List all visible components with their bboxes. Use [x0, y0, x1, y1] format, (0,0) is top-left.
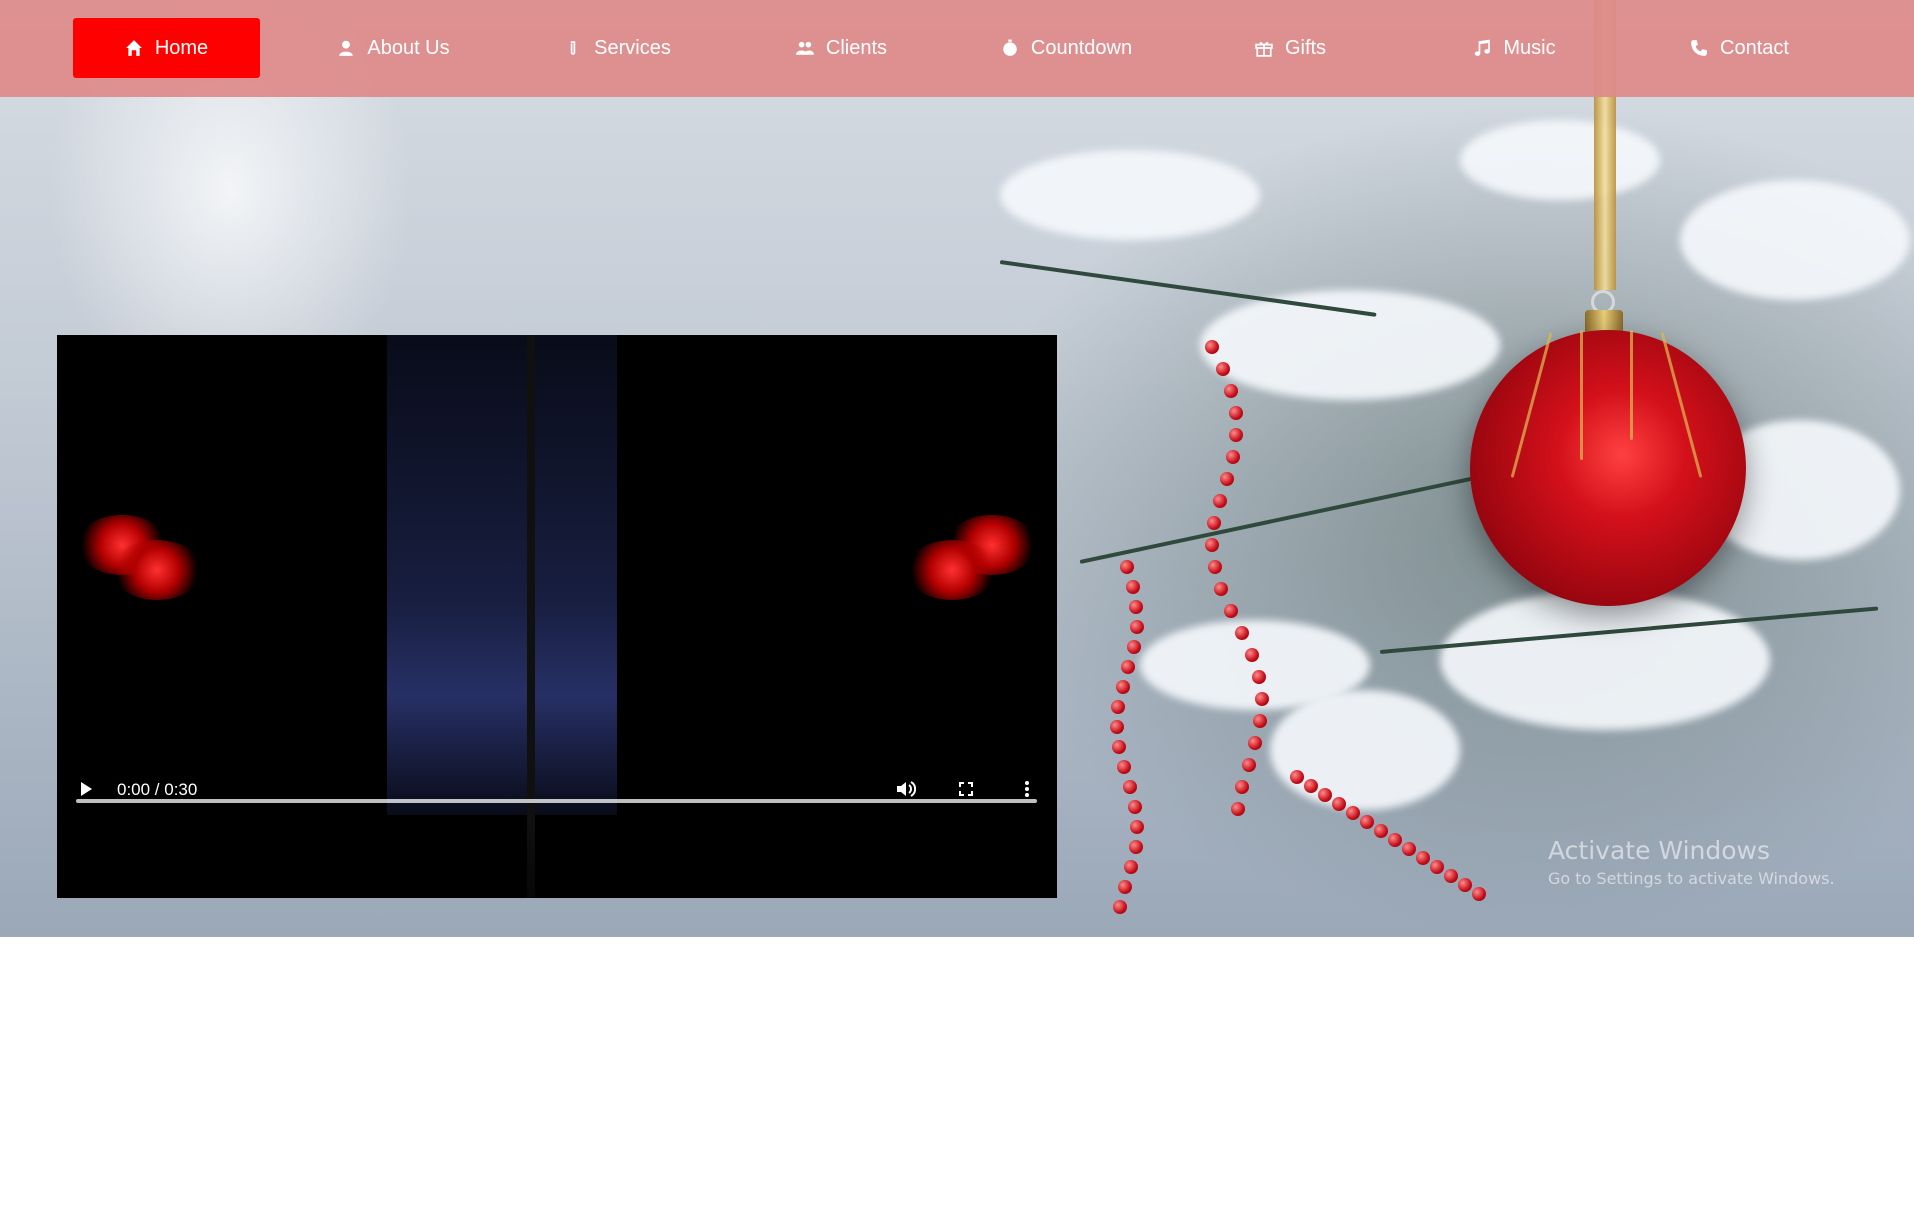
garland-bead: [1251, 670, 1266, 684]
garland-bead: [1110, 720, 1125, 734]
more-vertical-icon[interactable]: [1024, 780, 1030, 798]
nav-gifts-label: Gifts: [1284, 36, 1327, 59]
garland-bead: [1124, 860, 1139, 874]
fullscreen-icon[interactable]: [958, 781, 974, 797]
nav-music[interactable]: Music: [1421, 18, 1608, 78]
garland-bead: [1346, 806, 1360, 820]
video-time: 0:00 / 0:30: [117, 780, 198, 799]
nav-music-label: Music: [1503, 36, 1556, 59]
nav-countdown-label: Countdown: [1030, 36, 1133, 59]
garland-bead: [1360, 815, 1374, 829]
nav-about-us[interactable]: About Us: [300, 18, 487, 78]
garland-bead: [1127, 800, 1142, 814]
video-frame-light: [112, 540, 202, 600]
garland-bead: [1430, 860, 1444, 874]
video-frame-light: [907, 540, 997, 600]
video-frame-scene: [527, 335, 535, 898]
garland-bead: [1402, 842, 1416, 856]
snow-patch: [1680, 180, 1910, 300]
nav-services-label: Services: [594, 36, 671, 59]
video-frame-scene: [387, 335, 617, 815]
garland-bead: [1223, 604, 1238, 618]
garland-bead: [1458, 878, 1472, 892]
garland-bead: [1444, 869, 1458, 883]
ornament-stripe: [1580, 330, 1583, 460]
garland-bead: [1205, 340, 1219, 354]
snow-patch: [1460, 120, 1660, 200]
garland-bead: [1304, 779, 1318, 793]
nav-clients[interactable]: Clients: [748, 18, 935, 78]
garland-bead: [1215, 362, 1230, 376]
nav-gifts[interactable]: Gifts: [1197, 18, 1384, 78]
video-progress-bar[interactable]: [76, 799, 1037, 803]
garland-bead: [1129, 820, 1144, 834]
garland-bead: [1120, 560, 1134, 574]
music-note-icon: [1473, 39, 1491, 57]
watermark-subtitle: Go to Settings to activate Windows.: [1548, 869, 1835, 888]
nav-contact-label: Contact: [1720, 36, 1789, 59]
garland-bead: [1416, 851, 1430, 865]
play-icon[interactable]: [78, 781, 94, 797]
nav-clients-label: Clients: [825, 36, 888, 59]
garland-bead: [1128, 840, 1143, 854]
home-icon: [125, 39, 143, 57]
red-ornament: [1470, 330, 1746, 606]
nav-about-us-label: About Us: [367, 36, 450, 59]
nav-services[interactable]: Services: [524, 18, 711, 78]
ornament-stripe: [1630, 330, 1633, 440]
snow-patch: [1270, 690, 1460, 810]
nav-countdown[interactable]: Countdown: [973, 18, 1160, 78]
activate-windows-watermark: Activate Windows Go to Settings to activ…: [1548, 836, 1835, 888]
garland-bead: [1225, 450, 1240, 464]
garland-bead: [1212, 494, 1227, 508]
garland-bead: [1374, 824, 1388, 838]
garland-bead: [1254, 692, 1269, 706]
garland-bead: [1234, 626, 1249, 640]
garland-bead: [1219, 472, 1234, 486]
garland-bead: [1126, 640, 1141, 654]
video-player[interactable]: 0:00 / 0:30: [57, 335, 1057, 898]
top-navbar: Home About Us Services Clients Countdown…: [0, 0, 1914, 97]
snow-patch: [1200, 290, 1500, 400]
phone-icon: [1690, 39, 1708, 57]
garland-bead: [1472, 887, 1486, 901]
nav-contact[interactable]: Contact: [1646, 18, 1833, 78]
gift-icon: [1255, 39, 1273, 57]
users-icon: [795, 39, 814, 57]
garland-bead: [1129, 620, 1144, 634]
garland-bead: [1123, 780, 1138, 794]
stopwatch-icon: [1001, 39, 1019, 57]
garland-bead: [1318, 788, 1332, 802]
garland-bead: [1125, 580, 1140, 594]
snow-patch: [1000, 150, 1260, 240]
garland-bead: [1388, 833, 1402, 847]
garland-bead: [1244, 648, 1259, 662]
watermark-title: Activate Windows: [1548, 836, 1770, 865]
video-controls: 0:00 / 0:30: [57, 780, 1057, 898]
garland-bead: [1228, 406, 1243, 420]
snow-patch: [1440, 590, 1770, 730]
garland-bead: [1332, 797, 1346, 811]
garland-bead: [1290, 770, 1304, 784]
garland-bead: [1113, 900, 1127, 914]
nav-home[interactable]: Home: [73, 18, 260, 78]
garland-bead: [1207, 560, 1222, 574]
volume-icon[interactable]: [896, 780, 916, 798]
garland-bead: [1115, 680, 1130, 694]
user-icon: [337, 39, 355, 57]
nav-home-label: Home: [154, 36, 209, 59]
garland-bead: [1241, 758, 1256, 772]
paperclip-icon: [564, 39, 582, 57]
